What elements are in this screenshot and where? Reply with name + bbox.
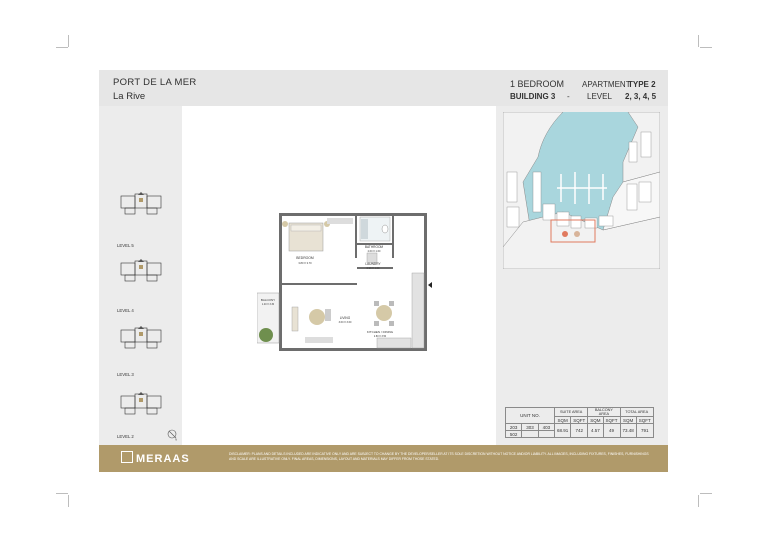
level-5-label: LEVEL 5: [117, 243, 134, 248]
suite-area-header: SUITE AREA: [553, 407, 589, 417]
key-plan-icon: [120, 192, 162, 215]
site-plan-drawing: [503, 112, 660, 269]
logo-mark-icon: [121, 451, 133, 463]
unit-type: 1 BEDROOM: [510, 79, 565, 89]
balcony-sqm: 4.57: [587, 423, 604, 438]
sqm-header: SQM: [619, 416, 637, 424]
location-map: [503, 112, 660, 269]
type-label: TYPE 2: [628, 80, 656, 89]
separator: -: [567, 92, 570, 101]
sqft-header: SQFT: [570, 416, 589, 424]
floor-plan-drawing: BEDROOM 3.80 X 3.70 BATHROOM 2.60 X 1.60…: [257, 213, 432, 353]
crop-mark: [56, 47, 68, 48]
level-label: LEVEL: [587, 92, 612, 101]
crop-mark: [68, 495, 69, 507]
footer-bar: MERAAS DISCLAIMER: PLANS AND DETAILS INC…: [99, 445, 668, 472]
project-subtitle: La Rive: [113, 91, 146, 102]
key-plan-icon: [120, 259, 162, 282]
unit-number: 502: [504, 430, 523, 438]
level-values: 2, 3, 4, 5: [625, 92, 657, 101]
building-label: BUILDING 3: [510, 92, 556, 101]
key-plan-icon: [120, 326, 162, 349]
total-area-header: TOTAL AREA: [619, 407, 654, 417]
unit-number: 203: [504, 423, 523, 431]
balcony-dim: 1.40 X 3.30: [262, 303, 275, 306]
balcony-area-header: BALCONY AREA: [587, 407, 621, 417]
kitchen-dim: 2.80 X 3.50: [374, 335, 387, 338]
suite-sqm: 68.91: [553, 423, 572, 438]
suite-sqft: 742: [570, 423, 589, 438]
floor-plan-sheet: PORT DE LA MER La Rive 1 BEDROOM APARTME…: [99, 70, 668, 472]
svg-text:N: N: [175, 438, 177, 442]
level-2-label: LEVEL 2: [117, 434, 134, 439]
level-4-label: LEVEL 4: [117, 308, 134, 313]
balcony-sqft: 49: [602, 423, 621, 438]
kitchen-label: KITCHEN / DINING: [367, 330, 394, 334]
crop-mark: [56, 493, 68, 494]
logo-text: MERAAS: [136, 453, 190, 465]
total-sqm: 73.48: [619, 423, 637, 438]
bathroom-dim: 2.60 X 1.60: [368, 250, 381, 253]
brand-logo: MERAAS: [121, 451, 190, 465]
crop-mark: [700, 47, 712, 48]
project-title: PORT DE LA MER: [113, 77, 197, 88]
crop-mark: [700, 493, 712, 494]
bedroom-dim: 3.80 X 3.70: [298, 261, 312, 265]
sqft-header: SQFT: [635, 416, 654, 424]
north-arrow-icon: N: [167, 429, 177, 442]
unit-number: 303: [521, 423, 539, 431]
header-bar: PORT DE LA MER La Rive 1 BEDROOM APARTME…: [99, 70, 668, 106]
crop-mark: [698, 35, 699, 47]
laundry-label: LAUNDRY: [365, 262, 381, 266]
total-sqft: 791: [635, 423, 654, 438]
sqm-header: SQM: [587, 416, 604, 424]
level-3-label: LEVEL 3: [117, 372, 134, 377]
unit-number: 403: [537, 423, 556, 431]
disclaimer-text: DISCLAIMER: PLANS AND DETAILS INCLUDED A…: [229, 452, 649, 461]
living-label: LIVING: [340, 316, 351, 320]
crop-mark: [698, 495, 699, 507]
living-dim: 3.60 X 3.60: [339, 321, 352, 324]
sqm-header: SQM: [553, 416, 572, 424]
bedroom-label: BEDROOM: [296, 256, 314, 260]
key-plan-icon: [120, 392, 162, 415]
balcony-label: BALCONY: [261, 298, 275, 302]
area-table: UNIT NO. SUITE AREA BALCONY AREA TOTAL A…: [504, 407, 654, 438]
table-row: 203 303 403 68.91 742 4.57 49 73.48 791: [504, 423, 654, 438]
laundry-dim: 0.90 X 1.00: [367, 267, 380, 270]
apartment-label: APARTMENT: [582, 80, 631, 89]
bathroom-label: BATHROOM: [365, 245, 384, 249]
crop-mark: [68, 35, 69, 47]
sqft-header: SQFT: [602, 416, 621, 424]
unit-no-header: UNIT NO.: [505, 407, 555, 424]
